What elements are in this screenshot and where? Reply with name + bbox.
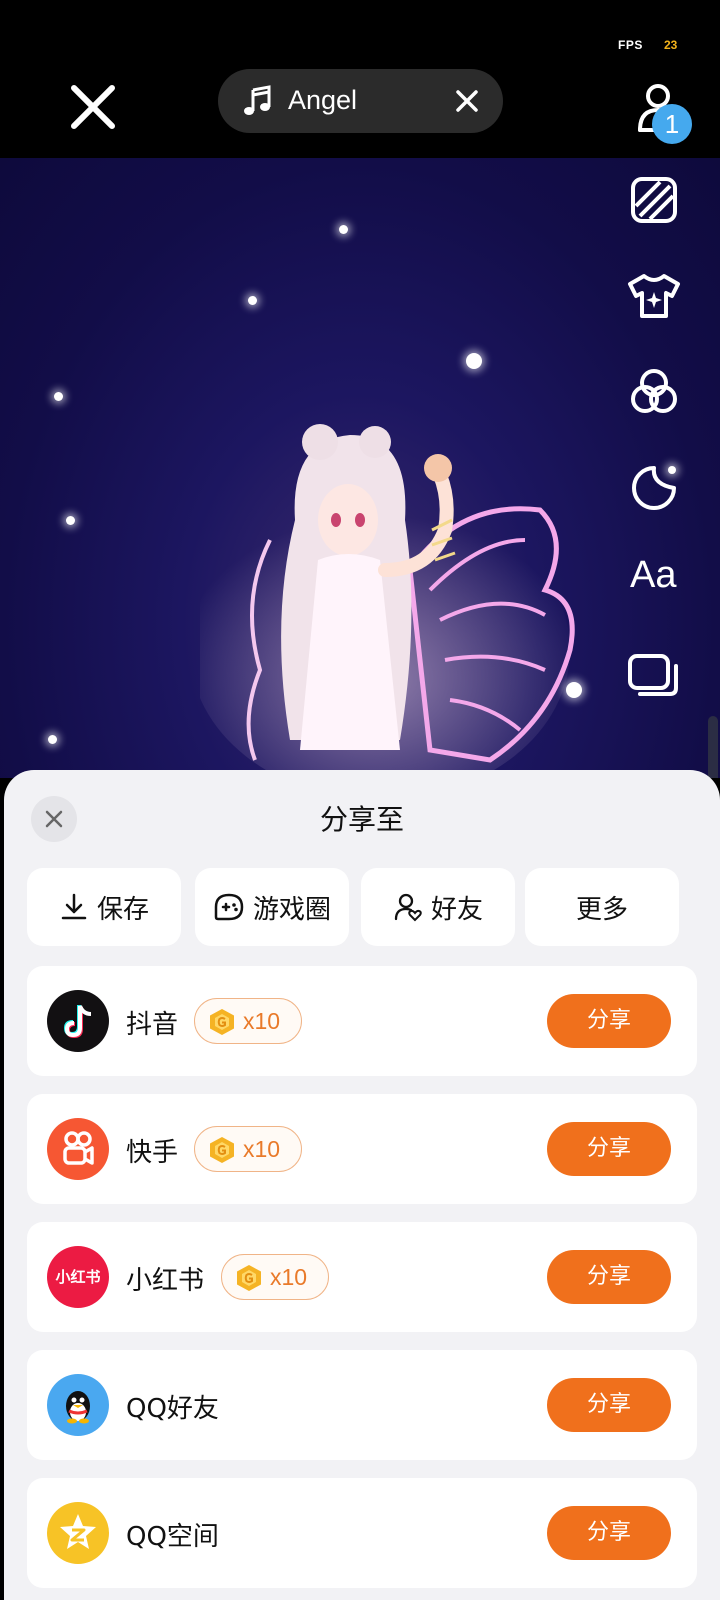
share-button[interactable]: 分享 [547, 994, 671, 1048]
text-tool[interactable]: Aa [626, 554, 682, 610]
friends-label: 好友 [430, 894, 483, 925]
share-row-qq: QQ好友 分享 [27, 1350, 697, 1460]
download-icon [61, 893, 87, 920]
sparkle [248, 296, 257, 305]
fps-label: FPS [618, 38, 643, 52]
sparkle [48, 735, 57, 744]
share-button[interactable]: 分享 [547, 1122, 671, 1176]
music-title: Angel [288, 85, 358, 115]
share-button[interactable]: 分享 [547, 1378, 671, 1432]
sparkle [66, 516, 75, 525]
share-row-xiaohongshu: 小红书 小红书 x10 分享 [27, 1222, 697, 1332]
platform-name: 抖音 [126, 1010, 179, 1040]
share-sheet: 分享至 保存 游戏圈 好友 更多 抖音 x10 分享 快手 x10 分享 小红书… [4, 770, 720, 1600]
coin-icon [237, 1265, 261, 1291]
color-circles-icon[interactable] [626, 364, 682, 420]
share-row-qzone: QQ空间 分享 [27, 1478, 697, 1588]
game-circle-button[interactable]: 游戏圈 [195, 868, 349, 946]
xiaohongshu-icon: 小红书 [47, 1246, 109, 1308]
music-pill[interactable]: Angel [218, 69, 503, 133]
platform-name: 快手 [126, 1138, 179, 1168]
platform-name: QQ空间 [126, 1522, 219, 1552]
avatar-scene: Aa [0, 158, 720, 778]
platform-name: 小红书 [126, 1266, 205, 1296]
layers-icon[interactable] [626, 648, 682, 704]
qq-icon [47, 1374, 109, 1436]
save-button[interactable]: 保存 [27, 868, 181, 946]
top-bar: FPS 23 Angel 1 [0, 0, 720, 158]
text-tool-label: Aa [630, 554, 677, 596]
sparkle [466, 353, 482, 369]
sheet-title: 分享至 [319, 803, 404, 836]
avatar-character [200, 424, 575, 778]
game-circle-icon [214, 893, 244, 921]
xiaohongshu-icon-text: 小红书 [55, 1268, 101, 1286]
coin-icon [210, 1009, 234, 1035]
stripes-icon[interactable] [626, 172, 682, 228]
platform-name: QQ好友 [126, 1394, 219, 1424]
qzone-icon [47, 1502, 109, 1564]
share-button[interactable]: 分享 [547, 1250, 671, 1304]
kuaishou-icon [47, 1118, 109, 1180]
reward-badge: x10 [194, 1126, 302, 1172]
outfit-icon[interactable] [626, 268, 682, 324]
save-label: 保存 [96, 894, 149, 925]
music-close-icon[interactable] [454, 88, 480, 114]
sticker-icon[interactable] [626, 460, 682, 516]
sparkle [339, 225, 348, 234]
close-icon[interactable] [68, 82, 118, 132]
more-label: 更多 [575, 894, 628, 925]
game-circle-label: 游戏圈 [252, 894, 331, 925]
music-note-icon [242, 85, 274, 117]
douyin-icon [47, 990, 109, 1052]
reward-amount: x10 [270, 1264, 308, 1290]
reward-badge: x10 [194, 998, 302, 1044]
fps-value: 23 [664, 38, 678, 52]
reward-badge: x10 [221, 1254, 329, 1300]
share-button[interactable]: 分享 [547, 1506, 671, 1560]
more-button[interactable]: 更多 [525, 868, 679, 946]
share-row-kuaishou: 快手 x10 分享 [27, 1094, 697, 1204]
scroll-handle[interactable] [708, 716, 718, 778]
share-row-douyin: 抖音 x10 分享 [27, 966, 697, 1076]
reward-amount: x10 [243, 1136, 281, 1162]
sparkle [54, 392, 63, 401]
coin-icon [210, 1137, 234, 1163]
friend-icon [394, 893, 422, 922]
user-badge: 1 [652, 104, 692, 144]
reward-amount: x10 [243, 1008, 281, 1034]
friends-button[interactable]: 好友 [361, 868, 515, 946]
